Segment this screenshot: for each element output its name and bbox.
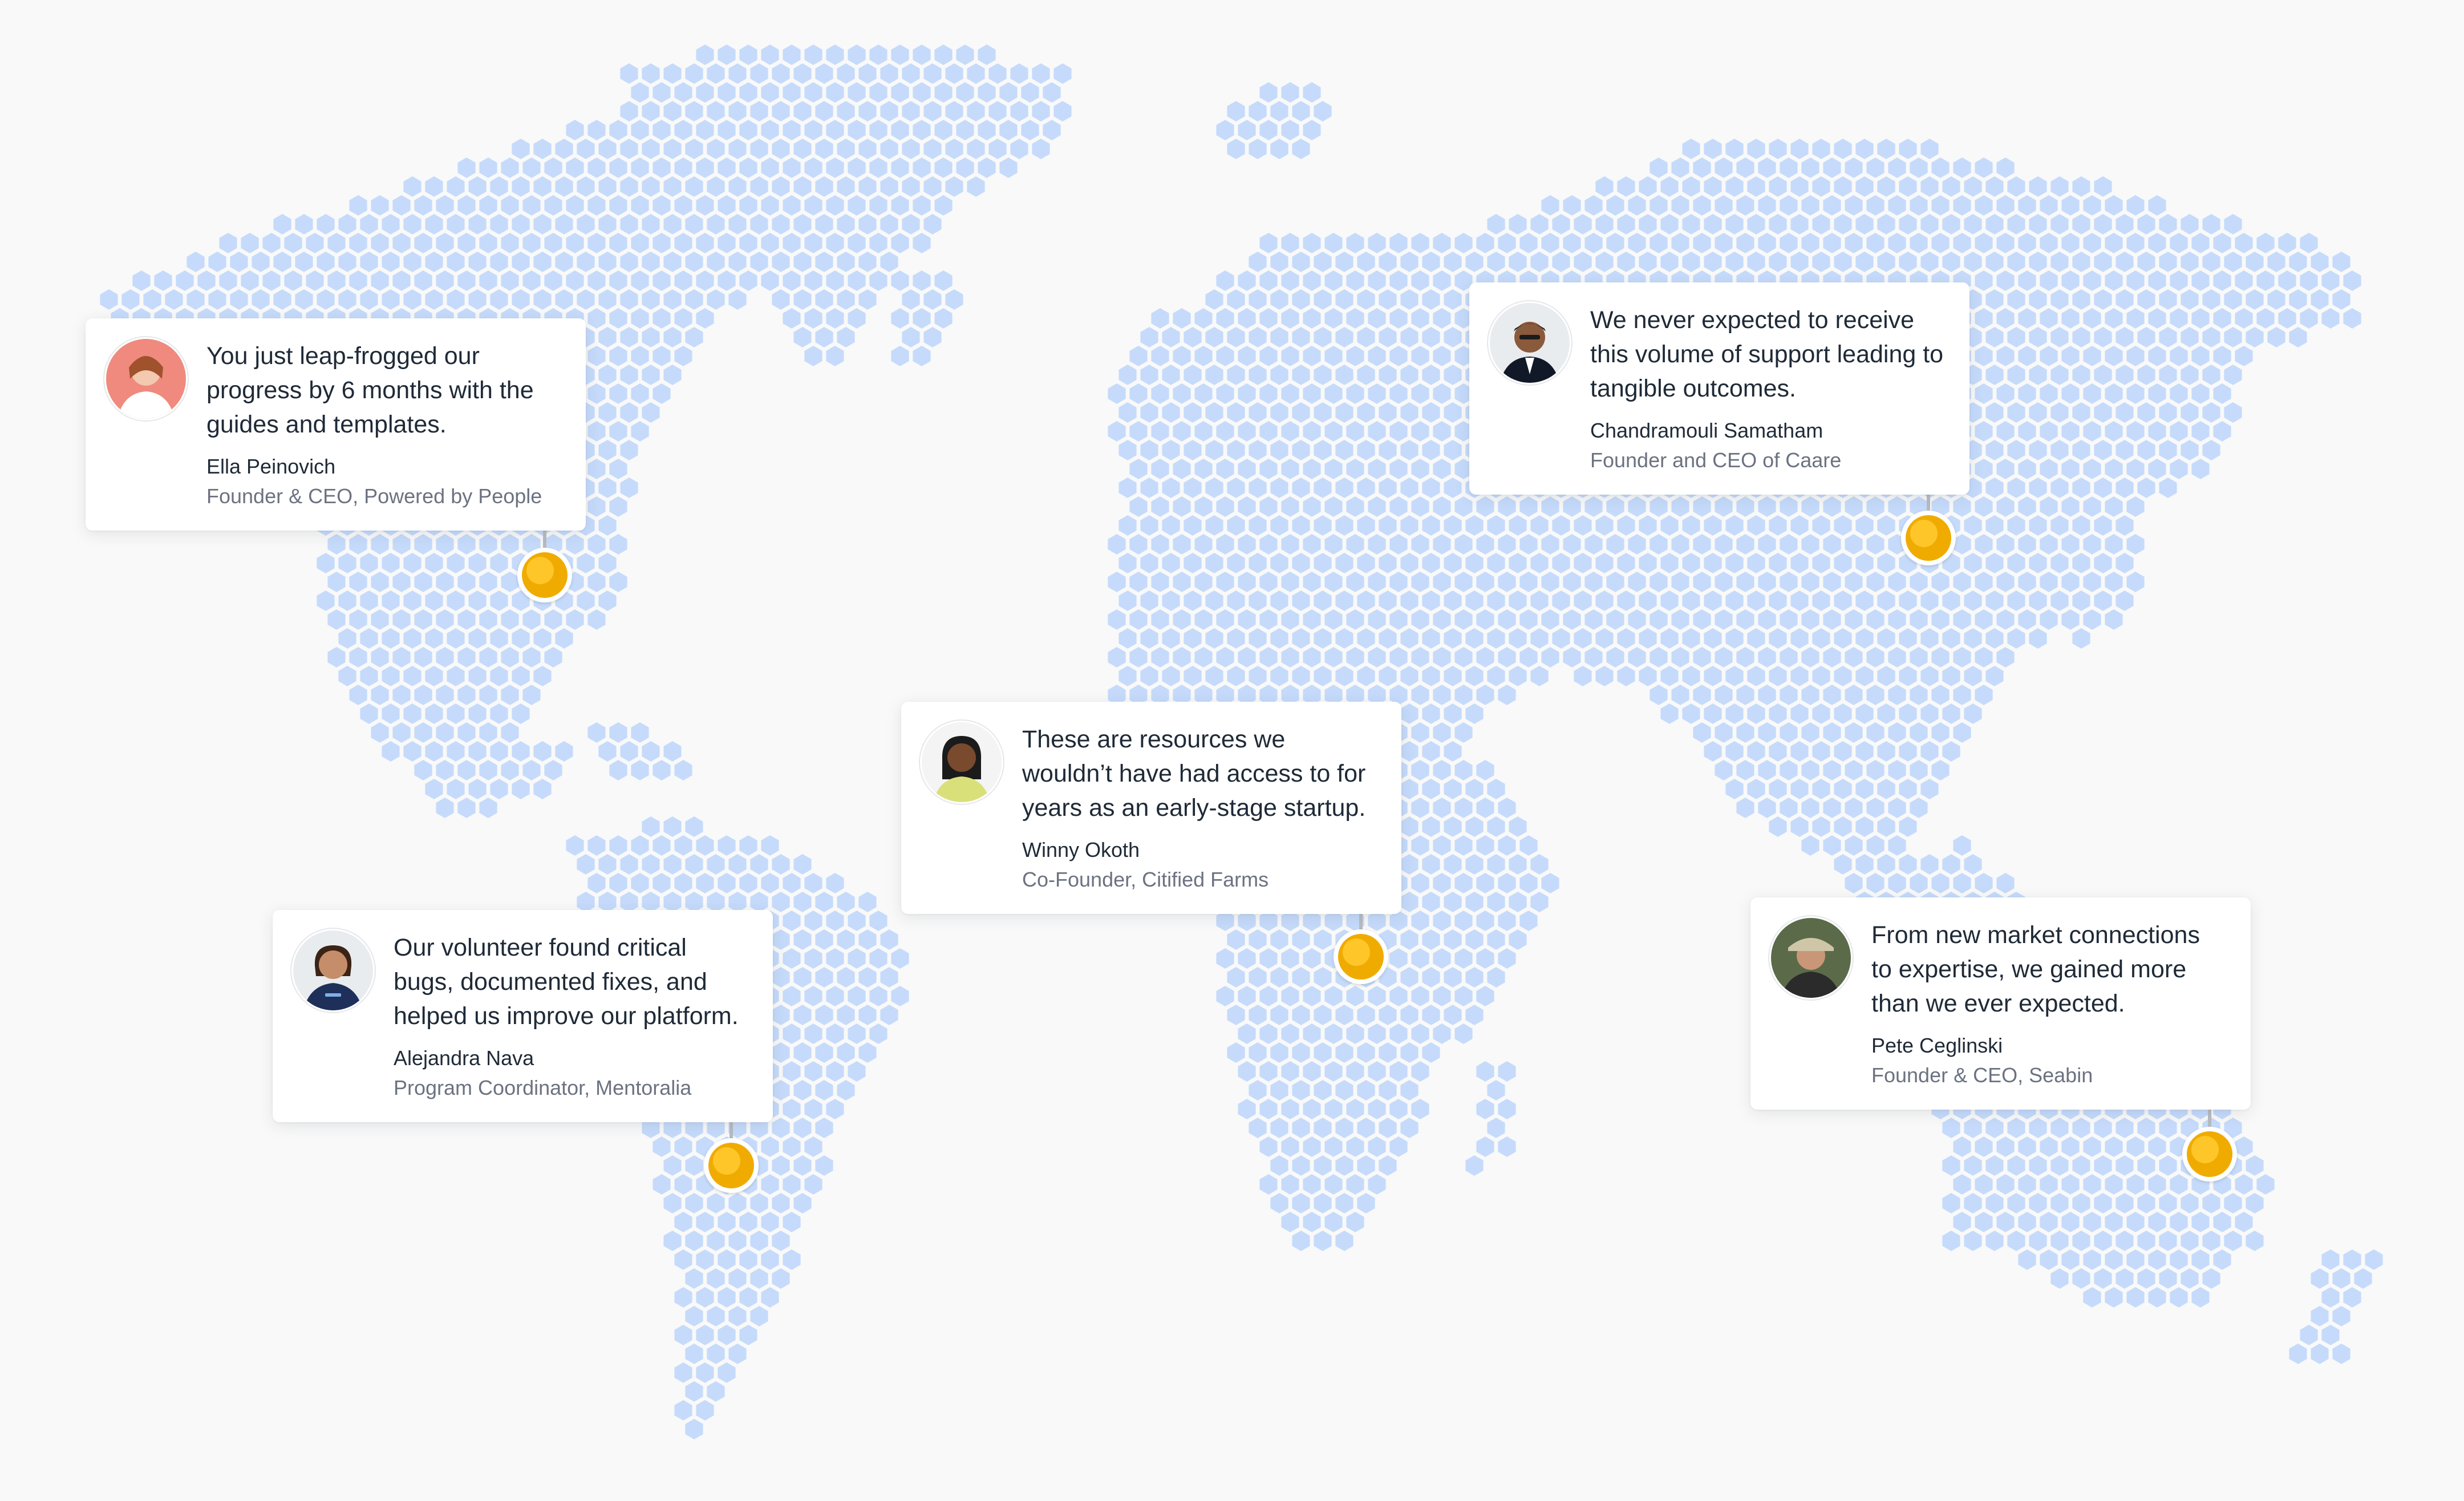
testimonial-card-winny: These are resources we wouldn’t have had… <box>901 702 1401 914</box>
testimonial-card-alejandra: Our volunteer found critical bugs, docum… <box>273 910 773 1122</box>
location-pin-ella[interactable] <box>517 548 572 602</box>
testimonial-quote: These are resources we wouldn’t have had… <box>1022 726 1366 822</box>
testimonial-quote: We never expected to receive this volume… <box>1590 306 1944 402</box>
person-avatar-icon <box>1490 303 1570 383</box>
person-avatar-icon <box>106 339 186 419</box>
testimonial-author-role: Program Coordinator, Mentoralia <box>394 1076 692 1099</box>
testimonial-card-chandramouli: We never expected to receive this volume… <box>1469 282 1969 495</box>
testimonial-author-name: Pete Ceglinski <box>1871 1034 2003 1057</box>
testimonial-author-role: Founder & CEO, Seabin <box>1871 1063 2093 1087</box>
testimonial-author-role: Founder & CEO, Powered by People <box>206 484 542 508</box>
testimonial-author-name: Chandramouli Samatham <box>1590 419 1823 442</box>
testimonial-author-name: Alejandra Nava <box>394 1046 534 1070</box>
location-pin-pete[interactable] <box>2182 1127 2237 1182</box>
testimonial-quote: Our volunteer found critical bugs, docum… <box>394 934 739 1030</box>
location-pin-alejandra[interactable] <box>704 1138 759 1193</box>
testimonial-card-pete: From new market connections to expertise… <box>1750 897 2251 1110</box>
testimonial-quote: From new market connections to expertise… <box>1871 921 2200 1017</box>
location-pin-chandramouli[interactable] <box>1901 511 1956 565</box>
testimonial-author-role: Founder and CEO of Caare <box>1590 448 1842 472</box>
testimonial-author-name: Ella Peinovich <box>206 455 336 478</box>
person-avatar-icon <box>922 722 1002 802</box>
testimonial-quote: You just leap-frogged our progress by 6 … <box>206 342 534 438</box>
testimonial-author-role: Co-Founder, Citified Farms <box>1022 868 1269 891</box>
location-pin-winny[interactable] <box>1334 929 1388 984</box>
person-avatar-icon <box>293 930 373 1010</box>
testimonial-card-ella: You just leap-frogged our progress by 6 … <box>86 318 586 531</box>
testimonial-author-name: Winny Okoth <box>1022 838 1140 861</box>
person-avatar-icon <box>1771 918 1851 998</box>
